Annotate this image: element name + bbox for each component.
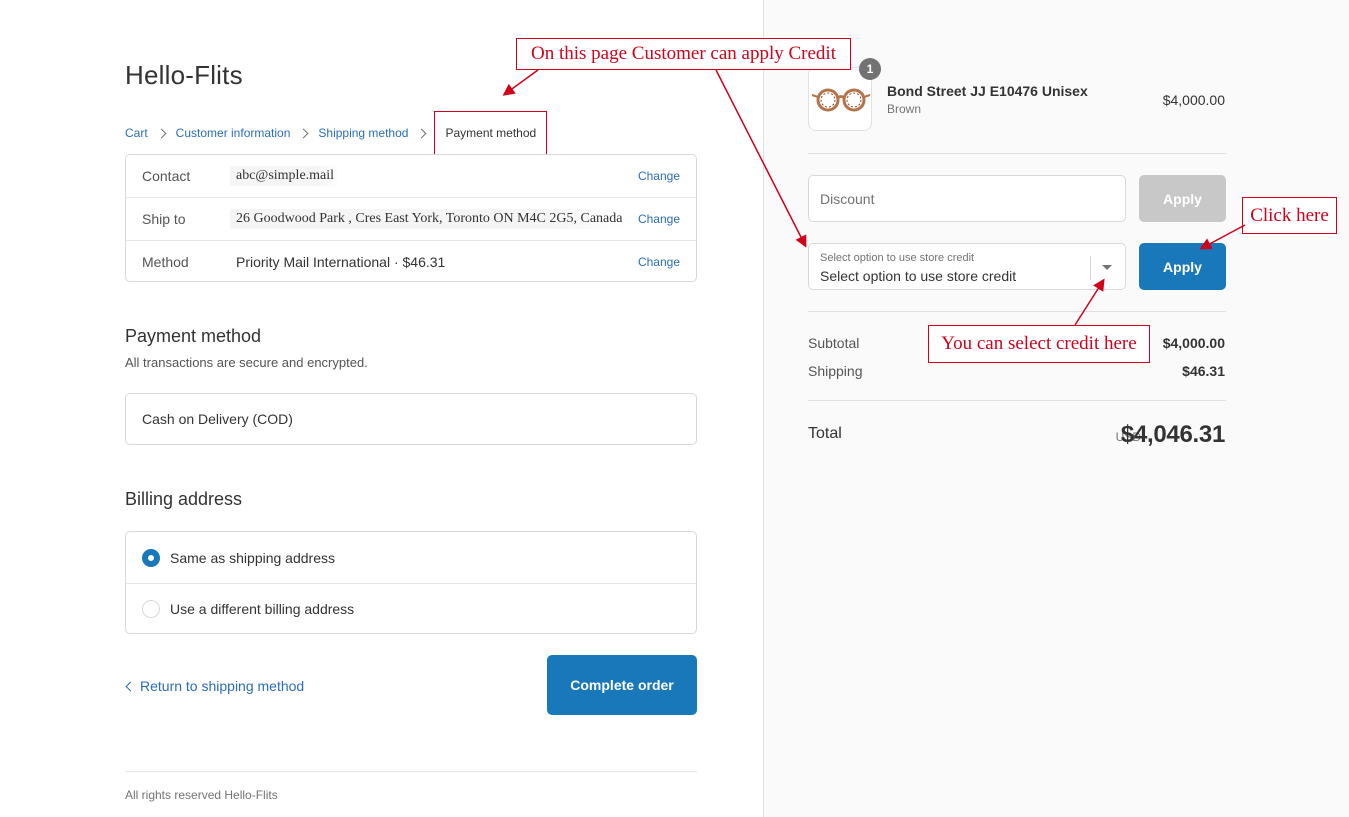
billing-option-label: Same as shipping address: [170, 549, 335, 566]
billing-address-title: Billing address: [125, 489, 243, 509]
store-credit-apply-button[interactable]: Apply: [1139, 243, 1226, 290]
review-block: Contact abc@simple.mail Change Ship to 2…: [125, 154, 697, 282]
chevron-right-icon: [417, 127, 427, 139]
store-credit-select[interactable]: Select option to use store credit Select…: [808, 243, 1126, 290]
quantity-badge: 1: [859, 58, 881, 80]
discount-input[interactable]: [808, 175, 1126, 222]
store-credit-select-label: Select option to use store credit: [820, 252, 975, 264]
chevron-right-icon: [157, 127, 167, 139]
review-row-ship-to: Ship to 26 Goodwood Park , Cres East Yor…: [126, 197, 696, 239]
radio-checked-icon[interactable]: [142, 548, 160, 567]
complete-order-button[interactable]: Complete order: [547, 655, 697, 715]
select-divider: [1090, 256, 1091, 280]
shop-title[interactable]: Hello-Flits: [125, 60, 243, 91]
billing-option-same[interactable]: Same as shipping address: [126, 532, 696, 583]
product-variant: Brown: [887, 102, 922, 116]
order-summary-sidebar: 1 Bond Street JJ E10476 Unisex Brown $4,…: [763, 0, 1349, 817]
ship-to-value: 26 Goodwood Park , Cres East York, Toron…: [230, 208, 629, 229]
checkout-main: Hello-Flits Cart Customer information Sh…: [0, 0, 763, 817]
divider: [808, 153, 1226, 154]
caret-down-icon[interactable]: [1102, 265, 1112, 270]
payment-option-cod[interactable]: Cash on Delivery (COD): [125, 393, 697, 445]
breadcrumb-customer-information[interactable]: Customer information: [176, 126, 291, 140]
divider: [808, 400, 1226, 401]
shipping-label: Shipping: [808, 363, 863, 379]
annotation-click-here: Click here: [1242, 197, 1337, 234]
change-contact-link[interactable]: Change: [638, 169, 680, 183]
method-label: Method: [142, 253, 189, 270]
breadcrumb-cart[interactable]: Cart: [125, 126, 148, 140]
product-name: Bond Street JJ E10476 Unisex: [887, 83, 1088, 99]
method-value: Priority Mail International · $46.31: [236, 253, 446, 270]
breadcrumb-payment-method: Payment method: [434, 111, 548, 155]
contact-label: Contact: [142, 168, 191, 184]
store-credit-select-value: Select option to use store credit: [820, 268, 1017, 284]
change-method-link[interactable]: Change: [638, 255, 680, 269]
total-label: Total: [808, 425, 842, 442]
review-row-method: Method Priority Mail International · $46…: [126, 240, 696, 282]
annotation-top: On this page Customer can apply Credit: [516, 38, 851, 70]
shipping-value: $46.31: [1182, 363, 1225, 379]
annotation-select-credit: You can select credit here: [928, 325, 1150, 363]
radio-unchecked-icon[interactable]: [142, 600, 160, 618]
footer-divider: [125, 771, 697, 772]
subtotal-label: Subtotal: [808, 335, 860, 351]
discount-apply-button[interactable]: Apply: [1139, 175, 1226, 222]
total-value: $4,046.31: [1120, 421, 1225, 448]
subtotal-value: $4,000.00: [1162, 335, 1225, 351]
billing-option-different[interactable]: Use a different billing address: [126, 583, 696, 634]
change-ship-to-link[interactable]: Change: [638, 212, 680, 226]
breadcrumb-shipping-method[interactable]: Shipping method: [318, 126, 408, 140]
chevron-left-icon: [125, 681, 136, 691]
payment-method-title: Payment method: [125, 326, 262, 346]
billing-options: Same as shipping address Use a different…: [125, 531, 697, 634]
divider: [808, 311, 1226, 312]
return-to-shipping-link[interactable]: Return to shipping method: [125, 678, 304, 694]
chevron-right-icon: [299, 127, 309, 139]
review-row-contact: Contact abc@simple.mail Change: [126, 155, 696, 197]
payment-method-subtitle: All transactions are secure and encrypte…: [125, 355, 368, 370]
ship-to-label: Ship to: [142, 210, 186, 227]
product-price: $4,000.00: [1162, 92, 1225, 108]
contact-value: abc@simple.mail: [230, 166, 341, 186]
breadcrumb: Cart Customer information Shipping metho…: [125, 111, 548, 155]
billing-option-label: Use a different billing address: [170, 601, 355, 617]
footer-text: All rights reserved Hello-Flits: [125, 788, 278, 802]
return-label: Return to shipping method: [140, 678, 305, 694]
